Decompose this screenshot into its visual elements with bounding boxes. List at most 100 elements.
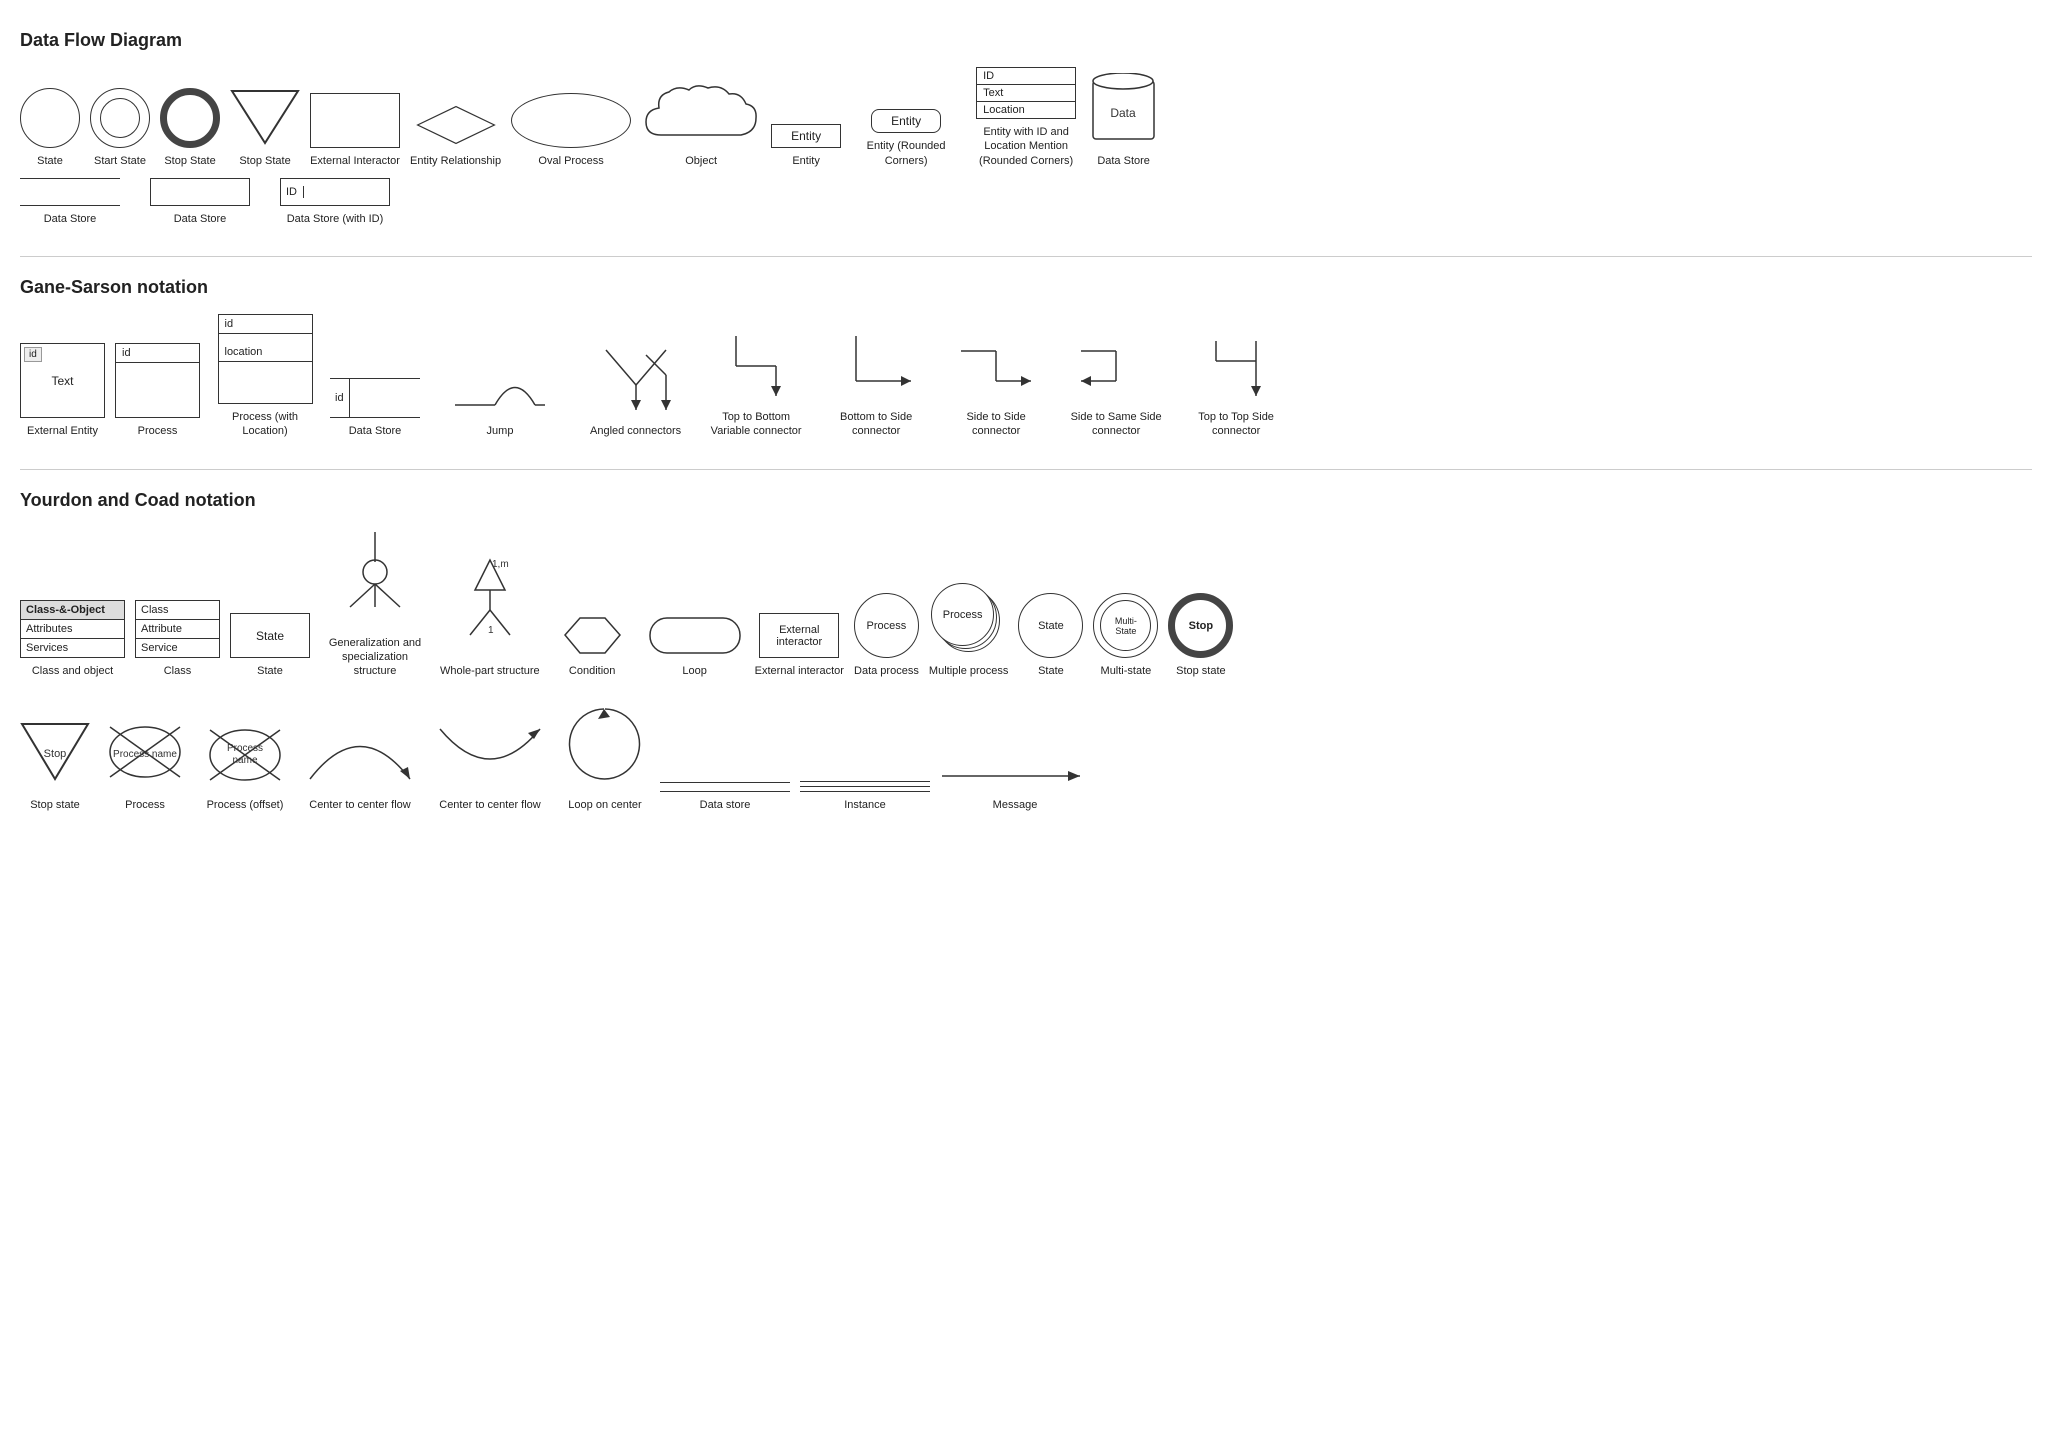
gs-bottom-side-item: Bottom to Side connector <box>821 331 931 439</box>
yc-co-svc: Services <box>21 639 124 657</box>
yc-center-flow1-shape <box>300 709 420 792</box>
cylinder-container: Data <box>1091 73 1156 148</box>
yc-process-offset-label: Process (offset) <box>207 798 284 812</box>
yc-state-box-shape: State <box>230 613 310 658</box>
yc-ext-interactor-item: Externalinteractor External interactor <box>755 613 844 678</box>
dfd-entity-rel: Entity Relationship <box>410 103 501 168</box>
yc-loop-shape <box>645 613 745 658</box>
yc-center-flow2-item: Center to center flow <box>430 709 550 812</box>
ds-id-label: Data Store (with ID) <box>287 212 384 226</box>
yc-state-circle-label: State <box>1038 664 1064 678</box>
dfd-title: Data Flow Diagram <box>20 30 2032 51</box>
entity-rel-label: Entity Relationship <box>410 154 501 168</box>
yc-whole-part-item: 1,m 1 Whole-part structure <box>440 555 540 678</box>
entity-with-id-box: ID Text Location <box>976 67 1076 119</box>
ds-lines-shape <box>20 178 120 206</box>
yc-process-cross-label: Process <box>125 798 165 812</box>
gs-ext-entity-shape: Text <box>20 343 105 418</box>
gs-angled-label: Angled connectors <box>590 424 681 438</box>
ds-box-shape <box>150 178 250 206</box>
entity-with-id-label: Entity with ID and Location Mention (Rou… <box>971 125 1081 168</box>
yc-co-header: Class-&-Object <box>21 601 124 620</box>
start-state-label: Start State <box>94 154 146 168</box>
gs-process-loc-shape: id location <box>218 314 313 404</box>
yc-condition-shape <box>550 613 635 658</box>
yc-multiple-process-item: Process Multiple process <box>929 583 1008 678</box>
yc-center-flow1-label: Center to center flow <box>309 798 411 812</box>
yc-condition-label: Condition <box>569 664 615 678</box>
gs-process-id: id <box>116 344 199 363</box>
yc-multiple-process-shape: Process <box>931 583 1006 658</box>
yc-class-shape: Class Attribute Service <box>135 600 220 658</box>
yc-state-text: State <box>256 629 284 643</box>
svg-text:Process name: Process name <box>113 749 177 760</box>
gs-process-label: Process <box>138 424 178 438</box>
yc-center-flow2-label: Center to center flow <box>439 798 541 812</box>
ds-box-item: Data Store <box>150 178 250 226</box>
yc-class-label: Class <box>164 664 192 678</box>
gs-top-bottom-label: Top to Bottom Variable connector <box>701 410 811 439</box>
svg-text:Data: Data <box>1110 106 1136 120</box>
yc-dp-text: Process <box>867 620 907 632</box>
dfd-oval-process: Oval Process <box>511 93 631 168</box>
dfd-shapes-row: State Start State Stop State Stop State … <box>20 67 2032 168</box>
yc-process-offset-item: Process name Process (offset) <box>200 717 290 812</box>
gs-top-bottom-item: Top to Bottom Variable connector <box>701 331 811 439</box>
gs-jump-shape <box>450 365 550 418</box>
dfd-state: State <box>20 88 80 168</box>
yc-loop-center-shape <box>560 699 650 792</box>
yc-multiple-process-label: Multiple process <box>929 664 1008 678</box>
yc-data-process-item: Process Data process <box>854 593 919 678</box>
gs-top-top-item: Top to Top Side connector <box>1181 331 1291 439</box>
yc-process-cross-shape: Process name <box>100 712 190 792</box>
svg-text:Process: Process <box>227 743 263 754</box>
yc-stop-text: Stop <box>1189 620 1213 632</box>
yc-state-circle-shape: State <box>1018 593 1083 658</box>
stop-state-thick-circle <box>160 88 220 148</box>
svg-text:Stop: Stop <box>44 748 67 760</box>
ds-box-label: Data Store <box>174 212 227 226</box>
gs-side-same-shape <box>1076 331 1156 404</box>
gs-title: Gane-Sarson notation <box>20 277 2032 298</box>
dfd-data-store-cyl: Data Data Store <box>1091 73 1156 168</box>
section-divider-2 <box>20 469 2032 470</box>
stop-state-tri-label: Stop State <box>239 154 290 168</box>
entity-loc-row: Location <box>977 102 1075 118</box>
dfd-external-interactor: External Interactor <box>310 93 400 168</box>
gs-jump-label: Jump <box>487 424 514 438</box>
state-circle <box>20 88 80 148</box>
data-store-cyl-label: Data Store <box>1097 154 1150 168</box>
yc-multistate-shape: Multi-State <box>1093 593 1158 658</box>
yc-instance-lines <box>800 781 930 792</box>
yc-row2: Stop Stop state Process name Process <box>20 699 2032 812</box>
yc-process-offset-shape: Process name <box>200 717 290 792</box>
yc-class-r3: Service <box>136 639 219 657</box>
yc-ext-interactor-shape: Externalinteractor <box>759 613 839 658</box>
yc-sc-text: State <box>1038 620 1064 632</box>
yc-instance-label: Instance <box>844 798 886 812</box>
ds-lines-label: Data Store <box>44 212 97 226</box>
yc-whole-part-label: Whole-part structure <box>440 664 540 678</box>
gs-ds-id: id <box>330 379 350 417</box>
ds-id-shape: ID <box>280 178 390 206</box>
ext-interactor-rect <box>310 93 400 148</box>
stop-state-thick-label: Stop State <box>164 154 215 168</box>
inst-mid-line <box>800 786 930 787</box>
yc-loop-center-label: Loop on center <box>568 798 641 812</box>
yc-stop-tri-item: Stop Stop state <box>20 719 90 812</box>
yc-gen-spec-item: Generalization and specialization struct… <box>320 527 430 679</box>
yc-class-object-shape: Class-&-Object Attributes Services <box>20 600 125 658</box>
gs-side-same-label: Side to Same Side connector <box>1061 410 1171 439</box>
ds-id-value: ID <box>286 186 304 198</box>
yourdon-coad-section: Yourdon and Coad notation Class-&-Object… <box>20 490 2032 812</box>
gs-side-side-label: Side to Side connector <box>941 410 1051 439</box>
mp-text: Process <box>943 609 983 621</box>
section-divider-1 <box>20 256 2032 257</box>
gs-side-same-item: Side to Same Side connector <box>1061 331 1171 439</box>
dfd-stop-state-thick: Stop State <box>160 88 220 168</box>
dfd-entity-with-id: ID Text Location Entity with ID and Loca… <box>971 67 1081 168</box>
yc-message-shape <box>940 764 1090 792</box>
ext-interactor-label: External Interactor <box>310 154 400 168</box>
yc-whole-part-shape: 1,m 1 <box>450 555 530 658</box>
entity-rounded-box: Entity <box>871 109 941 133</box>
